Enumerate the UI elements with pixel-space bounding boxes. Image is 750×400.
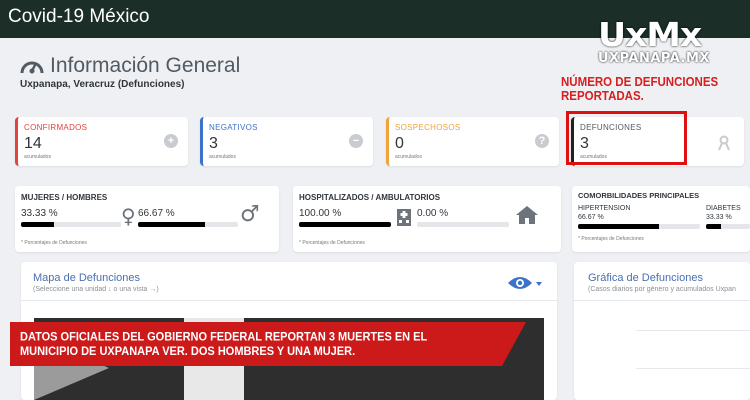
stat-sub: acumulados [209,154,236,160]
stat-label: CONFIRMADOS [24,123,88,132]
map-panel-title: Mapa de Defunciones [33,272,141,284]
comorbidities-title: COMORBILIDADES PRINCIPALES [578,191,700,200]
stat-sub: acumulados [24,154,51,160]
stat-label: SOSPECHOSOS [395,123,461,132]
location-label: Uxpanapa, Veracruz (Defunciones) [20,79,185,90]
women-bar [21,222,121,227]
chart-panel: Gráfica de Defunciones (Casos diarios po… [574,262,750,400]
male-icon: ♂ [240,202,260,227]
comorbidities-note: * Porcentajes de Defunciones [578,236,644,242]
map-panel-subtitle: (Seleccione una unidad ↓ o una vista →) [33,286,159,293]
hospital-card: HOSPITALIZADOS / AMBULATORIOS 100.00 % 0… [293,186,561,252]
comorbidities-card: COMORBILIDADES PRINCIPALES HIPERTENSION … [572,186,750,252]
stat-card-confirmados[interactable]: CONFIRMADOS 14 acumulados + [15,117,188,166]
hospital-title: HOSPITALIZADOS / AMBULATORIOS [299,193,441,202]
stat-card-sospechosos[interactable]: SOSPECHOSOS 0 acumulados ? [386,117,559,166]
gender-card: MUJERES / HOMBRES 33.33 % ♀ 66.67 % ♂ * … [15,186,279,252]
eye-icon[interactable] [507,274,543,292]
banner-text: DATOS OFICIALES DEL GOBIERNO FEDERAL REP… [20,331,428,359]
gender-note: * Porcentajes de Defunciones [21,240,87,246]
gender-title: MUJERES / HOMBRES [21,193,108,202]
diabetes-bar-fill [706,224,721,229]
ribbon-icon [718,135,730,151]
ambulatory-percent: 0.00 % [417,208,449,219]
hypertension-bar-fill [578,224,660,229]
hospitalized-percent: 100.00 % [299,208,342,219]
women-bar-fill [21,222,55,227]
section-header: Información General [20,54,240,78]
section-title: Información General [50,54,241,77]
deaths-highlight-box [566,111,687,165]
comorbidity-label-hypertension: HIPERTENSION [578,205,631,212]
men-percent: 66.67 % [138,208,175,219]
stat-value: 0 [395,135,404,152]
minus-icon[interactable]: − [349,134,363,148]
comorbidity-percent-hypertension: 66.67 % [578,214,604,221]
stat-value: 3 [209,135,218,152]
stat-value: 14 [24,135,42,152]
hospitalized-bar [299,222,391,227]
gauge-icon [20,61,44,74]
hospital-note: * Porcentajes de Defunciones [299,240,365,246]
comorbidity-percent-diabetes: 33.33 % [706,214,732,221]
comorbidity-label-diabetes: DIABETES [706,205,741,212]
stat-sub: acumulados [395,154,422,160]
hospitalized-bar-fill [299,222,391,227]
uxmx-logo: UxMx UXPANAPA.MX [598,18,738,67]
news-banner: DATOS OFICIALES DEL GOBIERNO FEDERAL REP… [10,322,526,366]
men-bar [138,222,238,227]
diabetes-bar [706,224,750,229]
question-icon[interactable]: ? [535,134,549,148]
house-icon [516,206,538,224]
chart-panel-title: Gráfica de Defunciones [588,272,703,284]
hypertension-bar [578,224,700,229]
women-percent: 33.33 % [21,208,58,219]
hospital-icon [397,209,411,226]
annotation-deaths-callout: NÚMERO DE DEFUNCIONES REPORTADAS. [561,76,719,104]
chart-panel-subtitle: (Casos diarios por género y acumulados U… [588,286,736,293]
logo-wordmark: UxMx [598,15,702,54]
stat-card-negativos[interactable]: NEGATIVOS 3 acumulados − [200,117,373,166]
female-icon: ♀ [121,204,136,228]
stat-label: NEGATIVOS [209,123,258,132]
app-title[interactable]: Covid-19 México [8,6,150,28]
ambulatory-bar [417,222,509,227]
men-bar-fill [138,222,205,227]
plus-icon[interactable]: + [164,134,178,148]
